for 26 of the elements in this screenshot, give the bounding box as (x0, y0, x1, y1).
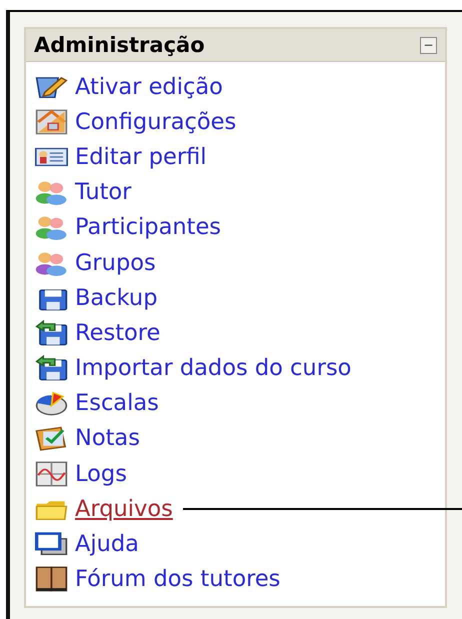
graph-icon (35, 460, 68, 487)
menu-link[interactable]: Editar perfil (75, 144, 207, 170)
floppy-arrow-icon (35, 355, 68, 382)
menu-link[interactable]: Notas (75, 425, 140, 452)
menu-link[interactable]: Ativar edição (75, 74, 223, 100)
ruler-house-icon (35, 108, 68, 135)
windows-icon (35, 531, 68, 558)
pie-chart-icon (35, 390, 68, 416)
menu-link[interactable]: Tutor (75, 179, 132, 206)
collapse-button[interactable]: − (420, 36, 437, 54)
menu-link[interactable]: Restore (75, 320, 160, 346)
menu-link[interactable]: Escalas (75, 390, 159, 416)
floppy-arrow-icon (35, 320, 68, 346)
people-icon (35, 179, 68, 206)
group-icon (35, 250, 68, 276)
menu-link[interactable]: Arquivos (75, 496, 173, 522)
block-title: Administração (34, 33, 205, 57)
menu-link[interactable]: Importar dados do curso (75, 355, 352, 382)
menu-link[interactable]: Logs (75, 460, 127, 487)
menu-link[interactable]: Participantes (75, 214, 222, 240)
people-icon (35, 214, 68, 240)
menu-link[interactable]: Configurações (75, 108, 236, 135)
menu-link[interactable]: Grupos (75, 250, 156, 276)
menu-link[interactable]: Backup (75, 284, 158, 311)
menu-link[interactable]: Ajuda (75, 531, 139, 558)
menu-link[interactable]: Fórum dos tutores (75, 566, 280, 592)
